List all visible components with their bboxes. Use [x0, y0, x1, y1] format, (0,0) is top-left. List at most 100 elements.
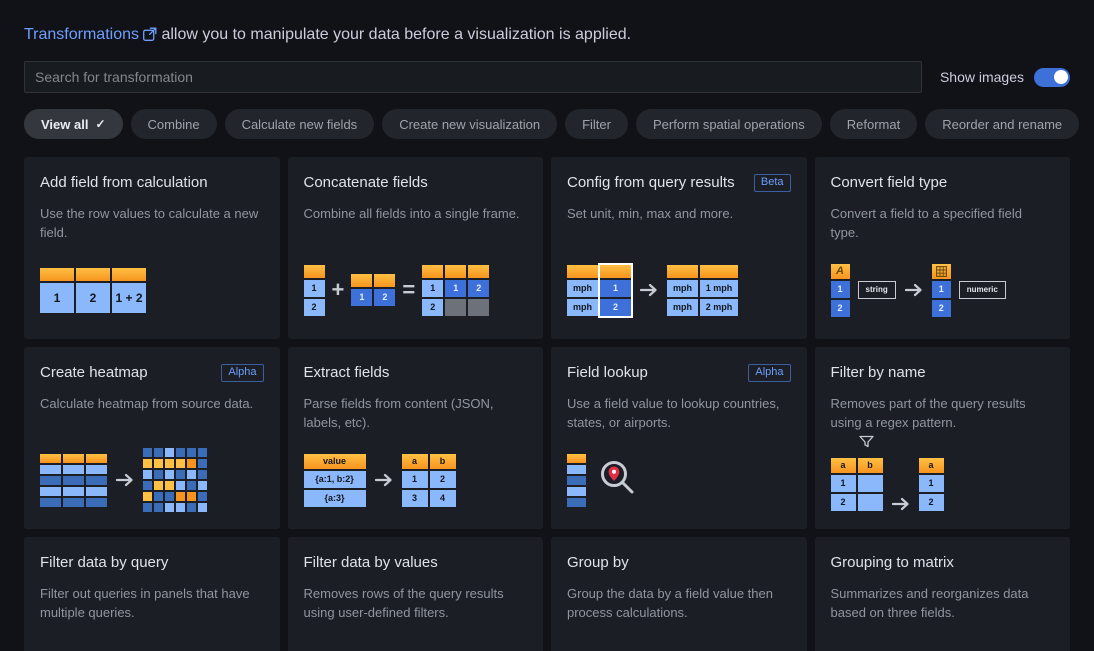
icon-cell: 2	[831, 300, 850, 317]
card-header: Grouping to matrix	[831, 553, 1055, 573]
card-header: Filter by name	[831, 363, 1055, 383]
concatenate-fields-icon: 1 2 + 1 2 = 1 1 2	[304, 259, 490, 321]
card-title: Extract fields	[304, 363, 390, 383]
icon-cell: 2	[600, 299, 631, 316]
card-description: Use the row values to calculate a new fi…	[40, 204, 260, 242]
icon-cell: 4	[430, 490, 456, 507]
card-description: Calculate heatmap from source data.	[40, 394, 260, 413]
icon-cell: 2	[304, 299, 325, 316]
icon-cell: 3	[402, 490, 428, 507]
card-description: Group the data by a field value then pro…	[567, 584, 787, 622]
magnifier-pin-icon	[598, 459, 636, 502]
icon-cell: 2	[374, 289, 395, 306]
card-header: Field lookup Alpha	[567, 363, 791, 383]
status-badge: Alpha	[221, 364, 263, 382]
icon-cell: 1	[445, 280, 466, 297]
card-create-heatmap[interactable]: Create heatmap Alpha Calculate heatmap f…	[24, 347, 280, 529]
icon-cell-empty	[468, 299, 489, 316]
icon-cell: b	[858, 458, 883, 473]
icon-cell: 2	[76, 283, 110, 313]
create-heatmap-icon	[40, 449, 207, 511]
icon-cell: 2 mph	[700, 299, 738, 316]
icon-cell-empty	[858, 475, 883, 492]
icon-cell: 2	[468, 280, 489, 297]
icon-cell: a	[831, 458, 856, 473]
pill-reformat[interactable]: Reformat	[830, 109, 917, 139]
icon-cell: a	[402, 454, 428, 469]
card-header: Convert field type	[831, 173, 1055, 193]
icon-cell: b	[430, 454, 456, 469]
pill-calculate-new-fields[interactable]: Calculate new fields	[225, 109, 375, 139]
intro-rest-text: allow you to manipulate your data before…	[157, 26, 631, 43]
grid-icon	[932, 264, 951, 279]
icon-cell: 1	[304, 280, 325, 297]
card-convert-field-type[interactable]: Convert field type Convert a field to a …	[815, 157, 1071, 339]
icon-cell: 1 mph	[700, 280, 738, 297]
card-group-by[interactable]: Group by Group the data by a field value…	[551, 537, 807, 651]
icon-cell: 1	[402, 471, 428, 488]
search-row: Show images	[24, 61, 1070, 93]
icon-cell: {a:3}	[304, 490, 366, 507]
search-input[interactable]	[24, 61, 922, 93]
card-description: Use a field value to lookup countries, s…	[567, 394, 787, 432]
icon-cell: mph	[567, 280, 598, 297]
pill-view-all[interactable]: View all ✓	[24, 109, 123, 139]
icon-cell: mph	[667, 299, 698, 316]
card-title: Filter data by values	[304, 553, 438, 573]
show-images-toggle-group[interactable]: Show images	[940, 68, 1070, 87]
heatmap-grid	[143, 448, 207, 512]
icon-cell: 1	[919, 475, 944, 492]
icon-cell: 1	[40, 283, 74, 313]
funnel-icon	[859, 435, 883, 453]
transformations-doc-link[interactable]: Transformations	[24, 26, 139, 43]
arrow-right-icon	[905, 283, 923, 297]
arrow-right-icon	[116, 473, 134, 487]
external-link-icon	[143, 27, 157, 41]
icon-cell: mph	[667, 280, 698, 297]
pill-label: View all	[41, 117, 88, 132]
card-add-field-from-calculation[interactable]: Add field from calculation Use the row v…	[24, 157, 280, 339]
pill-perform-spatial-operations[interactable]: Perform spatial operations	[636, 109, 822, 139]
icon-cell: mph	[567, 299, 598, 316]
icon-cell: 1	[600, 280, 631, 297]
card-grouping-to-matrix[interactable]: Grouping to matrix Summarizes and reorga…	[815, 537, 1071, 651]
type-tag-numeric: numeric	[959, 281, 1006, 299]
pill-reorder-and-rename[interactable]: Reorder and rename	[925, 109, 1079, 139]
card-header: Filter data by query	[40, 553, 264, 573]
card-description: Combine all fields into a single frame.	[304, 204, 524, 223]
icon-cell: a	[919, 458, 944, 473]
icon-cell-letter-a: A	[831, 264, 850, 279]
card-description: Filter out queries in panels that have m…	[40, 584, 260, 622]
card-title: Grouping to matrix	[831, 553, 954, 573]
card-filter-by-name[interactable]: Filter by name Removes part of the query…	[815, 347, 1071, 529]
card-description: Parse fields from content (JSON, labels,…	[304, 394, 524, 432]
convert-field-type-icon: A 1 2 string 1 2 numeric	[831, 259, 1006, 321]
icon-cell: 1	[422, 280, 443, 297]
card-extract-fields[interactable]: Extract fields Parse fields from content…	[288, 347, 544, 529]
icon-cell: 2	[919, 494, 944, 511]
card-description: Removes part of the query results using …	[831, 394, 1051, 432]
icon-cell-empty	[445, 299, 466, 316]
icon-cell: 2	[831, 494, 856, 511]
show-images-toggle[interactable]	[1034, 68, 1070, 87]
card-config-from-query-results[interactable]: Config from query results Beta Set unit,…	[551, 157, 807, 339]
card-filter-data-by-values[interactable]: Filter data by values Removes rows of th…	[288, 537, 544, 651]
card-title: Concatenate fields	[304, 173, 428, 193]
card-concatenate-fields[interactable]: Concatenate fields Combine all fields in…	[288, 157, 544, 339]
pill-combine[interactable]: Combine	[131, 109, 217, 139]
card-title: Group by	[567, 553, 629, 573]
card-title: Filter data by query	[40, 553, 168, 573]
icon-cell: 2	[430, 471, 456, 488]
pill-filter[interactable]: Filter	[565, 109, 628, 139]
check-icon: ✓	[95, 118, 105, 130]
icon-cell-empty	[858, 494, 883, 511]
pill-create-new-visualization[interactable]: Create new visualization	[382, 109, 557, 139]
toggle-knob	[1054, 70, 1068, 84]
card-description: Removes rows of the query results using …	[304, 584, 524, 622]
card-filter-data-by-query[interactable]: Filter data by query Filter out queries …	[24, 537, 280, 651]
filter-pill-row: View all ✓ Combine Calculate new fields …	[24, 109, 1070, 139]
card-header: Config from query results Beta	[567, 173, 791, 193]
arrow-right-icon	[375, 473, 393, 487]
card-title: Filter by name	[831, 363, 926, 383]
card-field-lookup[interactable]: Field lookup Alpha Use a field value to …	[551, 347, 807, 529]
